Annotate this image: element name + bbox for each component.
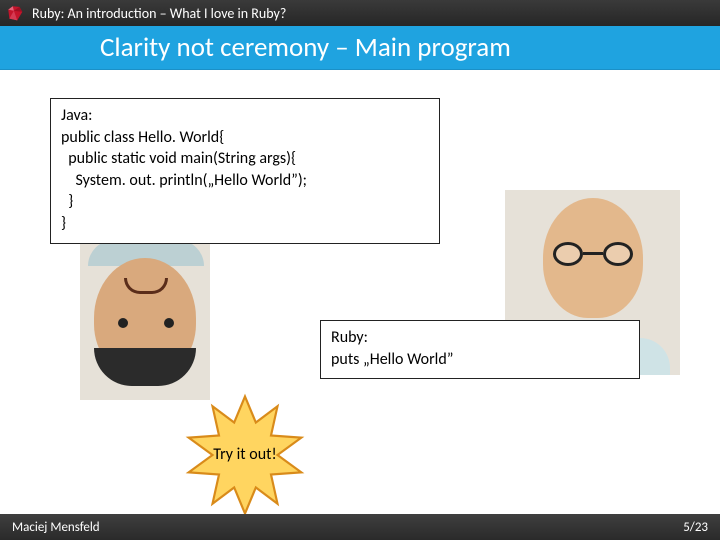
- sad-face-image: [80, 240, 210, 400]
- java-line: public static void main(String args){: [61, 148, 429, 170]
- slide-body: Java: public class Hello. World{ public …: [0, 70, 720, 512]
- presentation-title: Ruby: An introduction – What I love in R…: [32, 5, 286, 22]
- ruby-label: Ruby:: [331, 327, 629, 349]
- callout-text: Try it out!: [180, 390, 310, 520]
- slide-heading-band: Clarity not ceremony – Main program: [0, 26, 720, 70]
- java-line: System. out. println(„Hello World”);: [61, 170, 429, 192]
- footer-page-number: 5/23: [683, 520, 708, 535]
- title-bar: Ruby: An introduction – What I love in R…: [0, 0, 720, 26]
- ruby-line: puts „Hello World”: [331, 349, 629, 371]
- java-line: public class Hello. World{: [61, 127, 429, 149]
- footer-bar: Maciej Mensfeld 5/23: [0, 514, 720, 540]
- java-label: Java:: [61, 105, 429, 127]
- footer-author: Maciej Mensfeld: [12, 520, 100, 535]
- slide-heading: Clarity not ceremony – Main program: [100, 31, 511, 64]
- java-line: }: [61, 191, 429, 213]
- ruby-code-box: Ruby: puts „Hello World”: [320, 320, 640, 379]
- java-code-box: Java: public class Hello. World{ public …: [50, 98, 440, 244]
- java-line: }: [61, 213, 429, 235]
- try-it-out-callout: Try it out!: [180, 390, 310, 520]
- ruby-logo-icon: [6, 4, 24, 22]
